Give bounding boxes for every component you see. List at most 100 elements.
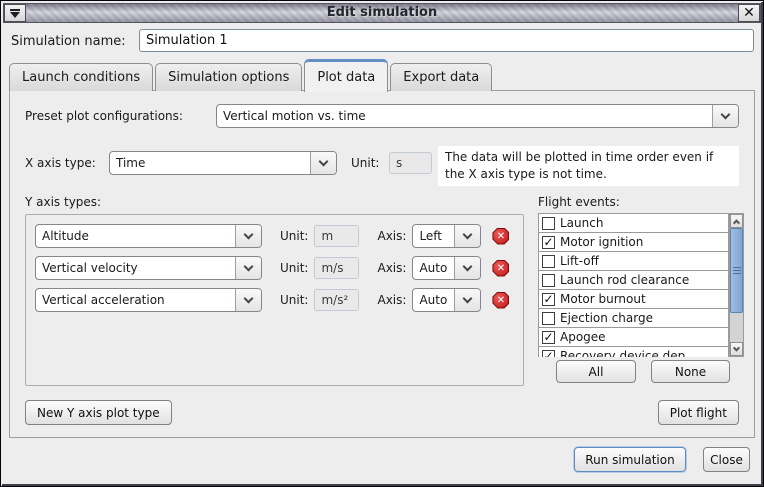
flight-event-item[interactable]: Launch rod clearance — [538, 271, 729, 290]
chevron-down-icon — [310, 152, 336, 174]
unit-field: m — [314, 225, 359, 247]
scrollbar-up-button[interactable] — [730, 214, 743, 228]
checkbox[interactable]: ✓ — [542, 350, 555, 358]
checkbox[interactable]: ✓ — [542, 293, 555, 306]
tab-bar: Launch conditions Simulation options Plo… — [9, 59, 755, 91]
checkbox[interactable] — [542, 274, 555, 287]
select-none-button[interactable]: None — [651, 360, 730, 383]
scrollbar-down-button[interactable] — [730, 342, 743, 356]
simulation-name-label: Simulation name: — [11, 34, 126, 49]
chevron-down-icon — [235, 257, 261, 279]
edit-simulation-dialog: Edit simulation ✕ Simulation name: Launc… — [0, 0, 764, 487]
flight-event-item[interactable]: ✓Apogee — [538, 328, 729, 347]
scrollbar-grip — [733, 273, 741, 274]
preset-config-label: Preset plot configurations: — [25, 109, 183, 123]
window-menu-icon — [10, 9, 20, 18]
simulation-name-input[interactable] — [139, 29, 754, 52]
axis-value: Left — [413, 225, 454, 247]
y-axis-type-value: Vertical velocity — [36, 257, 235, 279]
tab-simulation-options[interactable]: Simulation options — [155, 63, 302, 91]
tab-export-data[interactable]: Export data — [390, 63, 492, 91]
flight-event-item[interactable]: Launch — [538, 214, 729, 233]
checkbox[interactable]: ✓ — [542, 331, 555, 344]
title-bar[interactable]: Edit simulation ✕ — [3, 3, 761, 23]
flight-event-item[interactable]: Lift-off — [538, 252, 729, 271]
window-menu-button[interactable] — [4, 4, 26, 22]
checkbox[interactable] — [542, 255, 555, 268]
checkbox[interactable] — [542, 312, 555, 325]
delete-icon: ✕ — [493, 229, 508, 244]
chevron-down-icon — [454, 289, 480, 311]
tab-label: Export data — [403, 70, 479, 85]
chevron-up-icon — [733, 219, 740, 226]
preset-config-select[interactable]: Vertical motion vs. time — [216, 104, 739, 128]
unit-label: Unit: — [280, 293, 308, 307]
window-title: Edit simulation — [26, 4, 738, 22]
x-axis-unit-field: s — [389, 152, 432, 174]
flight-event-label: Launch rod clearance — [560, 273, 689, 287]
plot-data-panel: Preset plot configurations: Vertical mot… — [9, 90, 755, 438]
checkbox[interactable]: ✓ — [542, 236, 555, 249]
close-window-button[interactable]: ✕ — [738, 4, 760, 22]
y-axis-type-value: Vertical acceleration — [36, 289, 235, 311]
scrollbar-thumb[interactable] — [730, 228, 743, 313]
tab-launch-conditions[interactable]: Launch conditions — [9, 63, 153, 91]
close-button[interactable]: Close — [703, 447, 750, 472]
scrollbar-grip — [733, 270, 741, 271]
axis-select[interactable]: Auto — [412, 256, 481, 280]
chevron-down-icon — [235, 289, 261, 311]
new-y-axis-plot-type-button[interactable]: New Y axis plot type — [25, 400, 172, 425]
x-axis-type-value: Time — [110, 152, 310, 174]
axis-select[interactable]: Left — [412, 224, 481, 248]
delete-row-button[interactable]: ✕ — [492, 260, 509, 277]
flight-event-item[interactable]: Ejection charge — [538, 309, 729, 328]
flight-event-label: Motor ignition — [560, 235, 643, 249]
flight-event-item[interactable]: ✓ Motor burnout — [538, 290, 729, 309]
flight-event-label: Ejection charge — [560, 311, 653, 325]
time-order-note: The data will be plotted in time order e… — [438, 146, 739, 186]
flight-event-label: Launch — [560, 216, 603, 230]
scrollbar-grip — [733, 267, 741, 268]
flight-event-label: Lift-off — [560, 254, 599, 268]
delete-row-button[interactable]: ✕ — [492, 292, 509, 309]
unit-field: m/s² — [314, 289, 359, 311]
tab-label: Plot data — [317, 70, 375, 85]
unit-label: Unit: — [280, 229, 308, 243]
y-axis-type-select[interactable]: Vertical velocity — [35, 256, 262, 280]
chevron-down-icon — [454, 225, 480, 247]
flight-event-item[interactable]: ✓ Motor ignition — [538, 233, 729, 252]
x-axis-type-select[interactable]: Time — [109, 151, 337, 175]
axis-label: Axis: — [377, 293, 406, 307]
flight-events-scrollbar[interactable] — [729, 213, 744, 357]
axis-label: Axis: — [377, 229, 406, 243]
preset-config-value: Vertical motion vs. time — [217, 105, 712, 127]
y-axis-type-select[interactable]: Altitude — [35, 224, 262, 248]
y-axis-type-value: Altitude — [36, 225, 235, 247]
flight-event-label: Motor burnout — [560, 292, 646, 306]
delete-icon: ✕ — [493, 293, 508, 308]
delete-row-button[interactable]: ✕ — [492, 228, 509, 245]
axis-select[interactable]: Auto — [412, 288, 481, 312]
y-axis-type-select[interactable]: Vertical acceleration — [35, 288, 262, 312]
checkbox[interactable] — [542, 217, 555, 230]
chevron-down-icon — [235, 225, 261, 247]
select-all-button[interactable]: All — [556, 360, 636, 383]
unit-label: Unit: — [280, 261, 308, 275]
y-axis-types-group: Altitude Unit: m Axis: Left ✕ Vertical v… — [25, 214, 524, 386]
tab-label: Simulation options — [168, 70, 289, 85]
flight-event-item[interactable]: ✓Recovery device dep — [538, 347, 729, 357]
tab-plot-data[interactable]: Plot data — [304, 59, 388, 92]
x-axis-type-label: X axis type: — [25, 156, 96, 170]
chevron-down-icon — [712, 105, 738, 127]
axis-value: Auto — [413, 289, 454, 311]
delete-icon: ✕ — [493, 261, 508, 276]
axis-label: Axis: — [377, 261, 406, 275]
unit-field: m/s — [314, 257, 359, 279]
plot-flight-button[interactable]: Plot flight — [658, 400, 739, 425]
x-axis-unit-label: Unit: — [351, 156, 379, 170]
y-axis-row: Vertical velocity Unit: m/s Axis: Auto ✕ — [35, 256, 514, 280]
y-axis-types-label: Y axis types: — [25, 195, 101, 209]
axis-value: Auto — [413, 257, 454, 279]
chevron-down-icon — [733, 344, 740, 351]
run-simulation-button[interactable]: Run simulation — [574, 447, 686, 472]
